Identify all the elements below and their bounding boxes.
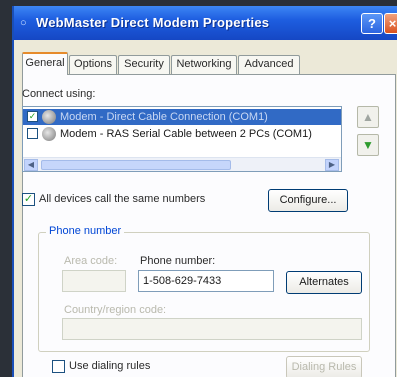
tab-advanced[interactable]: Advanced	[238, 55, 300, 74]
all-devices-checkbox[interactable]: ✓	[22, 193, 35, 206]
dialing-rules-button[interactable]: Dialing Rules	[286, 356, 362, 377]
area-code-label: Area code:	[64, 255, 118, 267]
list-item[interactable]: Modem - RAS Serial Cable between 2 PCs (…	[23, 126, 341, 142]
phone-number-field[interactable]: 1-508-629-7433	[138, 270, 274, 292]
phone-group-title: Phone number	[46, 225, 125, 237]
device-checkbox[interactable]	[27, 128, 38, 139]
tab-networking[interactable]: Networking	[171, 55, 237, 74]
tab-security[interactable]: Security	[118, 55, 170, 74]
scroll-thumb[interactable]	[41, 160, 231, 170]
help-button[interactable]: ?	[361, 13, 383, 34]
move-down-button[interactable]: ▼	[357, 134, 379, 156]
phone-number-value: 1-508-629-7433	[143, 275, 222, 287]
all-devices-label: All devices call the same numbers	[39, 193, 206, 205]
arrow-down-icon: ▼	[362, 138, 374, 152]
close-button[interactable]: ×	[384, 13, 397, 34]
use-dialing-rules-checkbox[interactable]	[52, 360, 65, 373]
title-bar[interactable]: ○ WebMaster Direct Modem Properties ? ×	[14, 6, 397, 40]
modem-icon	[42, 127, 56, 141]
arrow-up-icon: ▲	[362, 110, 374, 124]
area-code-field[interactable]	[62, 270, 126, 292]
phone-number-label: Phone number:	[140, 255, 216, 267]
network-icon: ○	[20, 17, 27, 29]
window-title: WebMaster Direct Modem Properties	[36, 15, 270, 30]
tab-strip: General Options Security Networking Adva…	[22, 52, 382, 75]
device-label: Modem - Direct Cable Connection (COM1)	[60, 111, 268, 123]
country-code-select[interactable]	[62, 318, 362, 340]
device-list[interactable]: ✓ Modem - Direct Cable Connection (COM1)…	[22, 106, 342, 172]
scroll-right-icon[interactable]: ▶	[325, 159, 339, 171]
connect-using-label: Connect using:	[22, 88, 96, 100]
alternates-button[interactable]: Alternates	[286, 271, 362, 294]
use-dialing-rules-label: Use dialing rules	[69, 360, 151, 372]
tab-general[interactable]: General	[22, 52, 68, 75]
list-item[interactable]: ✓ Modem - Direct Cable Connection (COM1)	[23, 109, 341, 125]
device-checkbox[interactable]: ✓	[27, 111, 38, 122]
country-code-label: Country/region code:	[64, 304, 167, 316]
move-up-button[interactable]: ▲	[357, 106, 379, 128]
tab-options[interactable]: Options	[69, 55, 117, 74]
horizontal-scrollbar[interactable]: ◀ ▶	[23, 157, 341, 171]
device-label: Modem - RAS Serial Cable between 2 PCs (…	[60, 128, 312, 140]
scroll-left-icon[interactable]: ◀	[24, 159, 38, 171]
configure-button[interactable]: Configure...	[268, 189, 348, 212]
modem-icon	[42, 110, 56, 124]
